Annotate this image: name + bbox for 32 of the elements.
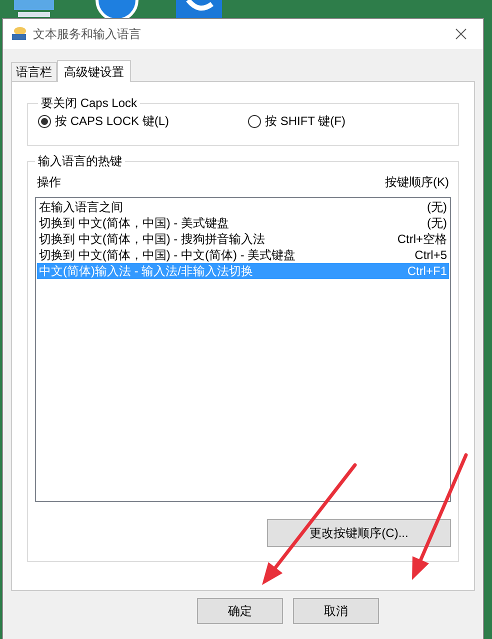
hotkey-text: Ctrl+5 <box>414 247 447 263</box>
app-icon[interactable] <box>94 0 140 18</box>
group-title: 要关闭 Caps Lock <box>40 95 138 112</box>
list-row[interactable]: 切换到 中文(简体，中国) - 中文(简体) - 美式键盘 Ctrl+5 <box>37 247 449 263</box>
tab[interactable]: 语言栏 <box>11 62 57 81</box>
action-text: 在输入语言之间 <box>39 199 123 215</box>
radio-icon[interactable] <box>248 114 261 128</box>
browser-icon[interactable] <box>176 0 222 18</box>
action-text: 切换到 中文(简体，中国) - 搜狗拼音输入法 <box>39 231 265 247</box>
column-header: 操作 <box>37 174 61 191</box>
window-title: 文本服务和输入语言 <box>33 26 141 43</box>
action-text: 中文(简体)输入法 - 输入法/非输入法切换 <box>39 263 253 279</box>
group-title: 输入语言的热键 <box>37 153 123 170</box>
hotkey-text: (无) <box>427 215 447 231</box>
keyboard-icon <box>11 26 27 42</box>
radio-icon[interactable] <box>38 114 51 128</box>
hotkey-text: Ctrl+空格 <box>397 231 447 247</box>
radio-option[interactable]: 按 CAPS LOCK 键(L) <box>38 112 248 130</box>
list-row[interactable]: 切换到 中文(简体，中国) - 搜狗拼音输入法 Ctrl+空格 <box>37 231 449 247</box>
action-text: 切换到 中文(简体，中国) - 美式键盘 <box>39 215 229 231</box>
column-header: 按键顺序(K) <box>385 174 449 191</box>
dialog-button[interactable]: 取消 <box>293 598 379 624</box>
hotkey-text: Ctrl+F1 <box>407 263 447 279</box>
radio-option[interactable]: 按 SHIFT 键(F) <box>248 112 346 130</box>
action-text: 切换到 中文(简体，中国) - 中文(简体) - 美式键盘 <box>39 247 296 263</box>
close-icon[interactable] <box>455 28 467 40</box>
change-hotkey-button[interactable]: 更改按键顺序(C)... <box>267 519 451 547</box>
hotkey-text: (无) <box>427 199 447 215</box>
tab[interactable]: 高级键设置 <box>57 60 131 82</box>
list-row[interactable]: 切换到 中文(简体，中国) - 美式键盘 (无) <box>37 215 449 231</box>
dialog-button[interactable]: 确定 <box>197 598 283 624</box>
list-row[interactable]: 在输入语言之间 (无) <box>37 199 449 215</box>
